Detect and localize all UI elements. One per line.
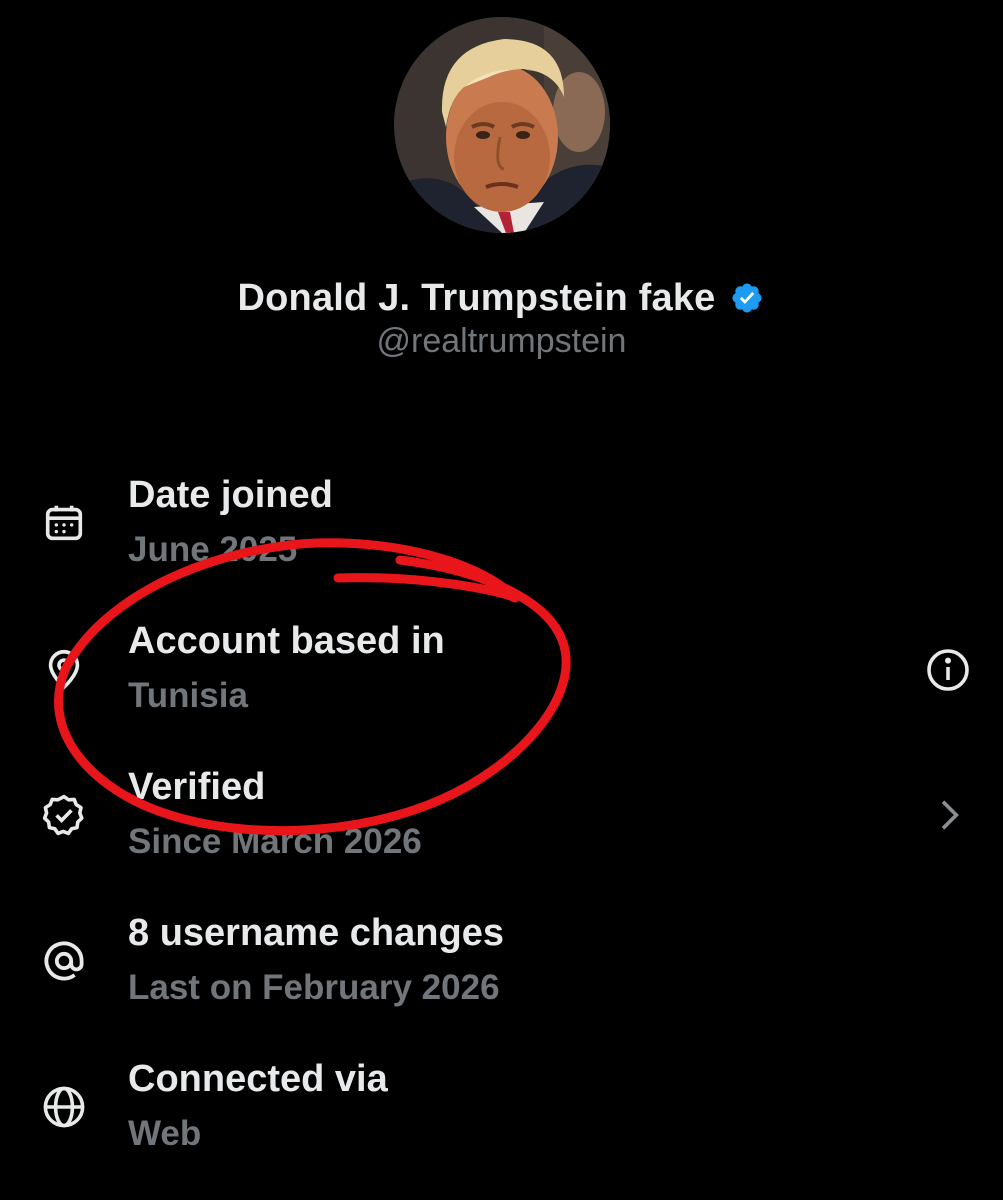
- detail-title: Connected via: [128, 1058, 388, 1100]
- detail-row-username-changes: 8 username changes Last on February 2026: [0, 910, 1003, 1040]
- verified-badge-icon[interactable]: [728, 279, 766, 317]
- detail-title: Account based in: [128, 620, 445, 662]
- detail-row-account-based-in: Account based in Tunisia: [0, 618, 1003, 748]
- at-sign-icon: [38, 935, 90, 987]
- detail-title: Verified: [128, 766, 266, 808]
- location-pin-icon: [38, 643, 90, 695]
- avatar-photo: [394, 17, 610, 233]
- detail-row-date-joined: Date joined June 2025: [0, 472, 1003, 602]
- chevron-right-icon[interactable]: [923, 790, 973, 840]
- profile-avatar[interactable]: [394, 17, 610, 233]
- profile-handle: @realtrumpstein: [376, 322, 627, 360]
- detail-subtitle: Tunisia: [128, 676, 248, 715]
- info-icon[interactable]: [923, 645, 973, 695]
- detail-title: 8 username changes: [128, 912, 504, 954]
- calendar-icon: [38, 497, 90, 549]
- display-name: Donald J. Trumpstein fake: [237, 276, 716, 319]
- detail-subtitle: June 2025: [128, 530, 298, 569]
- detail-subtitle: Since March 2026: [128, 822, 422, 861]
- detail-row-verified[interactable]: Verified Since March 2026: [0, 764, 1003, 894]
- profile-name-row: Donald J. Trumpstein fake: [0, 272, 1003, 324]
- detail-subtitle: Last on February 2026: [128, 968, 500, 1007]
- detail-title: Date joined: [128, 474, 333, 516]
- detail-row-connected-via: Connected via Web: [0, 1056, 1003, 1186]
- globe-icon: [38, 1081, 90, 1133]
- verified-seal-icon: [38, 789, 90, 841]
- detail-subtitle: Web: [128, 1114, 202, 1153]
